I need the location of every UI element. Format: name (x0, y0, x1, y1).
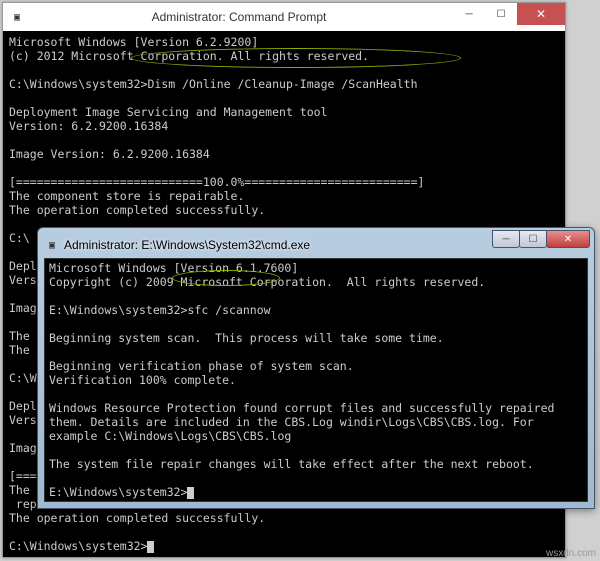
terminal-line: Windows Resource Protection found corrup… (49, 401, 554, 415)
terminal-content[interactable]: Microsoft Windows [Version 6.1.7600] Cop… (44, 258, 588, 502)
cmd-icon: ▣ (9, 9, 25, 25)
watermark: wsxdn.com (546, 548, 596, 559)
minimize-button[interactable]: ─ (453, 3, 485, 25)
minimize-button[interactable]: ─ (492, 230, 520, 248)
terminal-line: The operation completed successfully. (9, 203, 265, 217)
window-title: Administrator: E:\Windows\System32\cmd.e… (64, 238, 310, 252)
prompt-path: E:\Windows\system32> (49, 485, 187, 499)
terminal-line: Beginning system scan. This process will… (49, 331, 444, 345)
cursor-icon (147, 541, 154, 553)
terminal-line: them. Details are included in the CBS.Lo… (49, 415, 534, 429)
terminal-line: The operation completed successfully. (9, 511, 265, 525)
close-button[interactable]: ✕ (546, 230, 590, 248)
window-controls: ─ ☐ ✕ (453, 3, 565, 31)
window-title: Administrator: Command Prompt (25, 10, 453, 24)
maximize-button[interactable]: ☐ (485, 3, 517, 25)
terminal-line: Microsoft Windows [Version 6.1.7600] (49, 261, 298, 275)
terminal-line: example C:\Windows\Logs\CBS\CBS.log (49, 429, 291, 443)
terminal-line: Image Version: 6.2.9200.16384 (9, 147, 210, 161)
prompt-path: C:\Windows\system32> (9, 77, 147, 91)
window-controls: ─ ☐ ✕ (493, 230, 590, 248)
titlebar-win7[interactable]: ▣ Administrator: E:\Windows\System32\cmd… (44, 234, 588, 256)
cmd-icon: ▣ (44, 237, 60, 253)
terminal-line: Microsoft Windows [Version 6.2.9200] (9, 35, 258, 49)
prompt-path: C:\Windows\system32> (9, 539, 147, 553)
terminal-line: Version: 6.2.9200.16384 (9, 119, 168, 133)
terminal-line: (c) 2012 Microsoft Corporation. All righ… (9, 49, 369, 63)
command-dism: Dism /Online /Cleanup-Image /ScanHealth (147, 77, 417, 91)
terminal-line: C:\ (9, 231, 30, 245)
cmd-window-foreground: ▣ Administrator: E:\Windows\System32\cmd… (37, 227, 595, 509)
terminal-line: Copyright (c) 2009 Microsoft Corporation… (49, 275, 485, 289)
close-button[interactable]: ✕ (517, 3, 565, 25)
terminal-line: The component store is repairable. (9, 189, 244, 203)
terminal-line: [===========================100.0%======… (9, 175, 424, 189)
terminal-line: Beginning verification phase of system s… (49, 359, 354, 373)
command-sfc: sfc /scannow (187, 303, 270, 317)
terminal-line: Deployment Image Servicing and Managemen… (9, 105, 328, 119)
titlebar-win8[interactable]: ▣ Administrator: Command Prompt ─ ☐ ✕ (3, 3, 565, 31)
cursor-icon (187, 487, 194, 499)
prompt-path: E:\Windows\system32> (49, 303, 187, 317)
maximize-button[interactable]: ☐ (519, 230, 547, 248)
terminal-line: Verification 100% complete. (49, 373, 236, 387)
terminal-line: The system file repair changes will take… (49, 457, 534, 471)
